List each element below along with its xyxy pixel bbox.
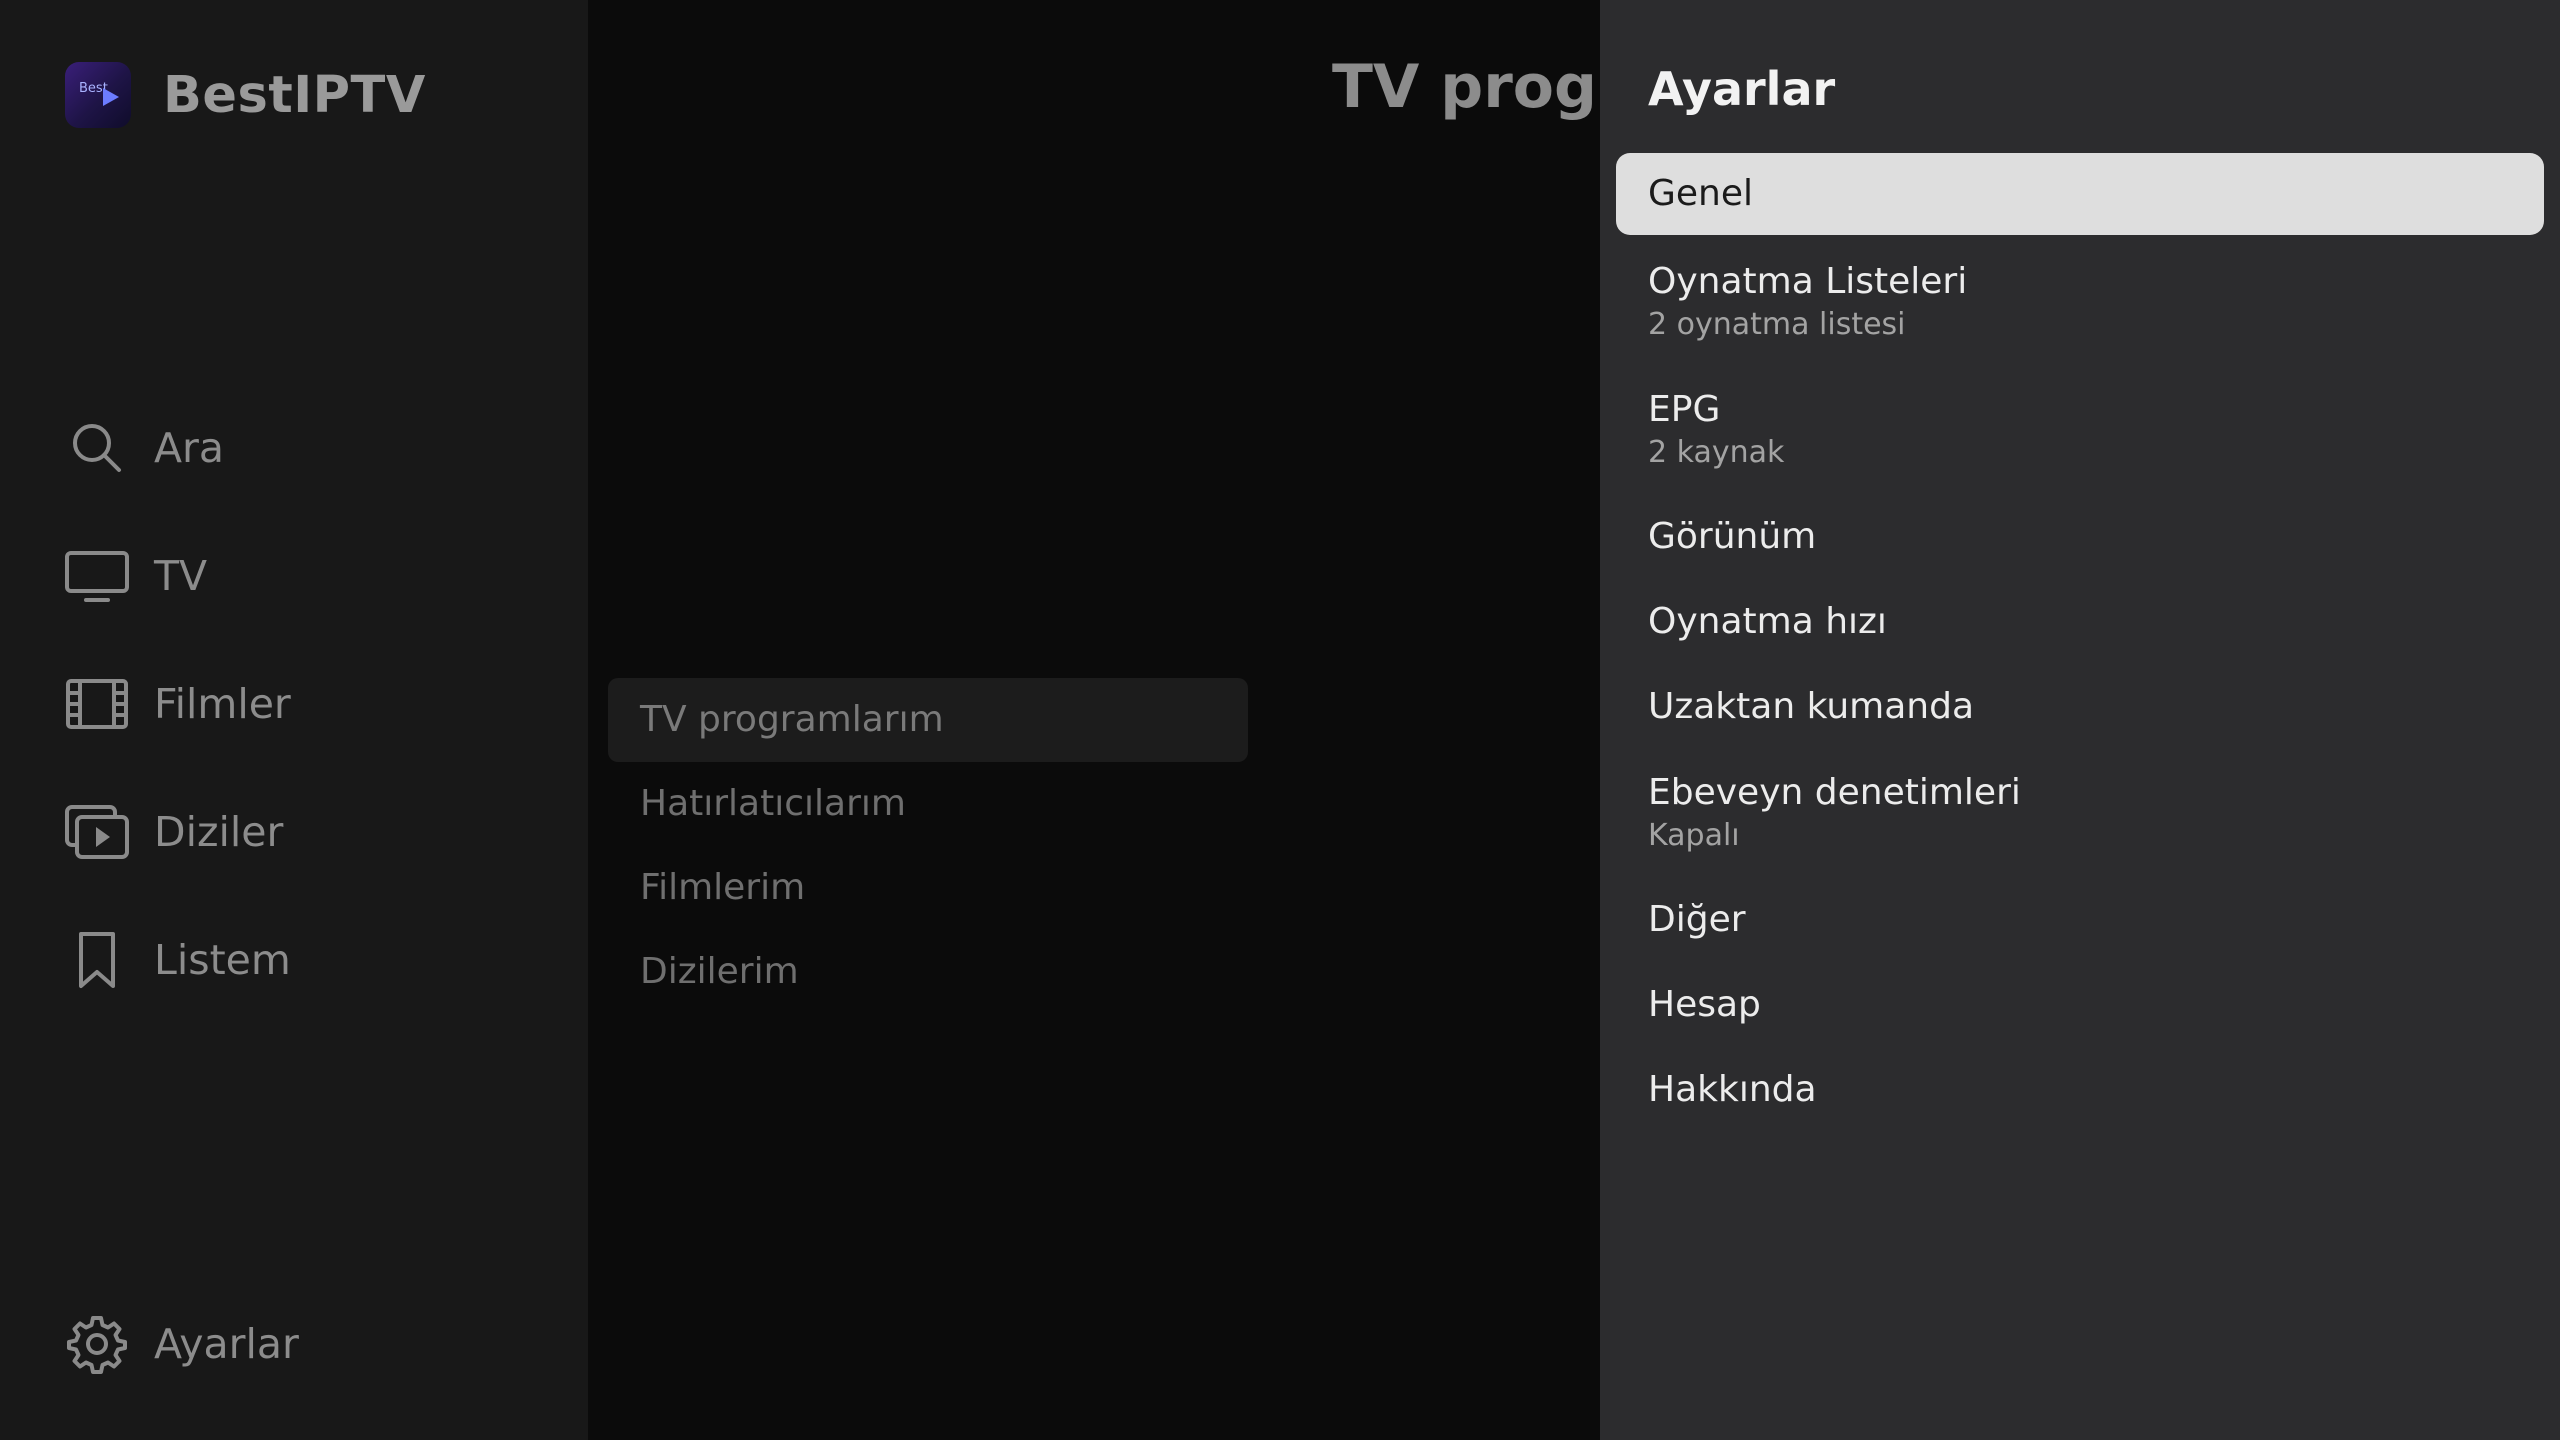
settings-item-diger[interactable]: Diğer <box>1616 877 2544 962</box>
sidebar-item-tv[interactable]: TV <box>62 536 207 616</box>
settings-item-subtitle: Kapalı <box>1648 818 1740 853</box>
sub-menu-item-filmlerim[interactable]: Filmlerim <box>608 846 1248 930</box>
settings-item-label: Ebeveyn denetimleri <box>1648 772 2021 813</box>
sidebar-item-label: Filmler <box>154 680 291 728</box>
settings-panel: Ayarlar Genel Oynatma Listeleri 2 oynatm… <box>1600 0 2560 1440</box>
sub-menu: TV programlarım Hatırlatıcılarım Filmler… <box>608 678 1248 1014</box>
settings-item-label: EPG <box>1648 389 1721 430</box>
sidebar-item-label: Diziler <box>154 808 284 856</box>
sidebar-item-diziler[interactable]: Diziler <box>62 792 283 872</box>
app-logo-icon: Best <box>65 62 131 128</box>
app-name: BestIPTV <box>163 65 426 125</box>
tv-icon <box>62 541 132 611</box>
sidebar-item-listem[interactable]: Listem <box>62 920 291 1000</box>
sidebar-item-ara[interactable]: Ara <box>62 408 224 488</box>
logo-play-shape <box>103 88 119 106</box>
settings-item-label: Oynatma hızı <box>1648 600 1887 642</box>
settings-item-uzaktan-kumanda[interactable]: Uzaktan kumanda <box>1616 664 2544 749</box>
settings-item-label: Hakkında <box>1648 1068 1817 1110</box>
sidebar: Best BestIPTV Ara TV Filmler Diziler Lis… <box>0 0 588 1440</box>
brand: Best BestIPTV <box>65 62 426 128</box>
settings-item-genel[interactable]: Genel <box>1616 153 2544 235</box>
settings-item-epg[interactable]: EPG 2 kaynak <box>1616 366 2544 494</box>
gear-icon <box>62 1309 132 1379</box>
page-title: TV programlarım <box>1332 52 1600 122</box>
sidebar-item-ayarlar[interactable]: Ayarlar <box>62 1304 299 1384</box>
settings-item-subtitle: 2 kaynak <box>1648 435 1785 470</box>
settings-item-subtitle: 2 oynatma listesi <box>1648 307 1906 342</box>
settings-item-ebeveyn-denetimleri[interactable]: Ebeveyn denetimleri Kapalı <box>1616 749 2544 877</box>
settings-item-label: Diğer <box>1648 898 1746 940</box>
sidebar-item-label: TV <box>154 552 208 600</box>
settings-item-label: Genel <box>1648 173 1754 214</box>
film-icon <box>62 669 132 739</box>
sub-menu-item-hatirlaticilarim[interactable]: Hatırlatıcılarım <box>608 762 1248 846</box>
sidebar-item-label: Ara <box>154 424 225 472</box>
sidebar-item-filmler[interactable]: Filmler <box>62 664 291 744</box>
settings-item-label: Görünüm <box>1648 515 1817 557</box>
settings-item-hesap[interactable]: Hesap <box>1616 962 2544 1047</box>
sub-menu-item-dizilerim[interactable]: Dizilerim <box>608 930 1248 1014</box>
main-content: TV programlarım TV programlarım Hatırlat… <box>588 0 1600 1440</box>
bookmark-icon <box>62 925 132 995</box>
settings-title: Ayarlar <box>1648 62 1836 116</box>
sidebar-item-label: Listem <box>154 936 291 984</box>
series-icon <box>62 797 132 867</box>
sub-menu-item-tv-programlarim[interactable]: TV programlarım <box>608 678 1248 762</box>
settings-list: Genel Oynatma Listeleri 2 oynatma listes… <box>1616 153 2544 1132</box>
settings-item-oynatma-listeleri[interactable]: Oynatma Listeleri 2 oynatma listesi <box>1616 238 2544 366</box>
settings-item-oynatma-hizi[interactable]: Oynatma hızı <box>1616 579 2544 664</box>
settings-item-label: Oynatma Listeleri <box>1648 261 1968 302</box>
settings-item-label: Uzaktan kumanda <box>1648 685 1975 727</box>
sidebar-item-label: Ayarlar <box>154 1320 299 1368</box>
settings-item-label: Hesap <box>1648 983 1761 1025</box>
app-screen: Best BestIPTV Ara TV Filmler Diziler Lis… <box>0 0 2560 1440</box>
search-icon <box>62 413 132 483</box>
settings-item-gorunum[interactable]: Görünüm <box>1616 494 2544 579</box>
settings-item-hakkinda[interactable]: Hakkında <box>1616 1047 2544 1132</box>
